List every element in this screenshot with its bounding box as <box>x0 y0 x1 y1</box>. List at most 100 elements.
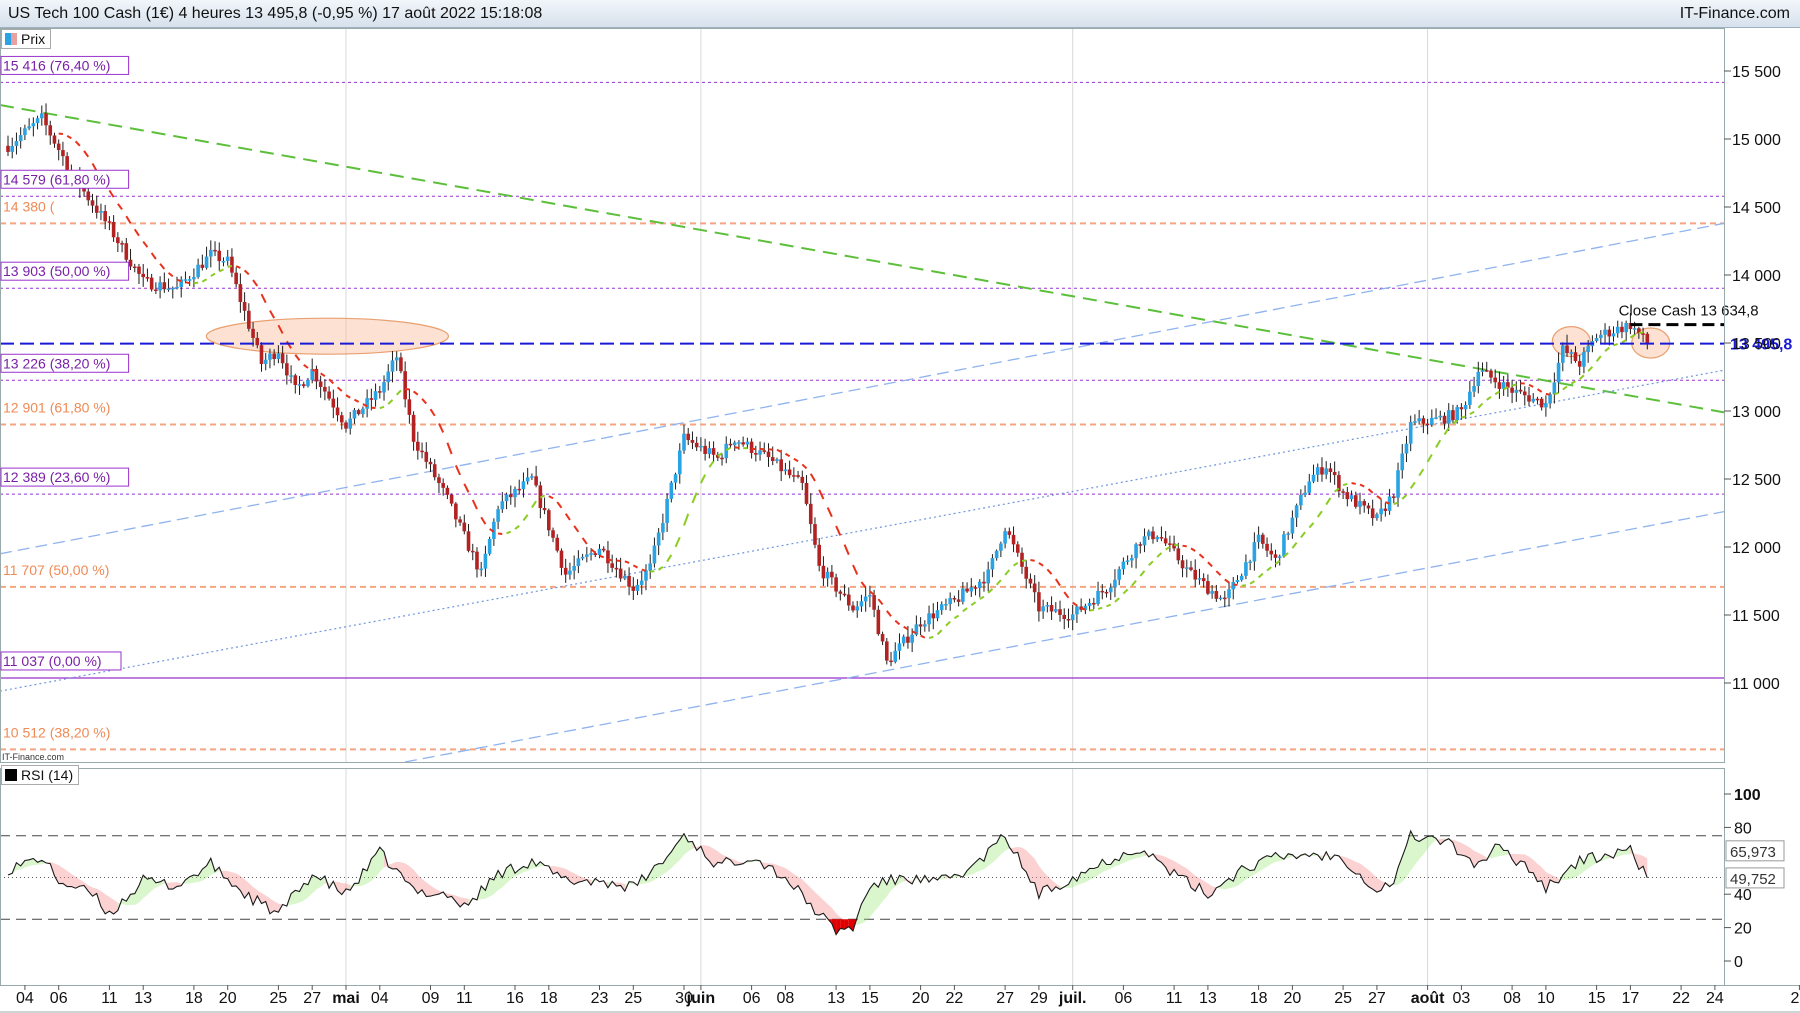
candle-up <box>1244 562 1248 576</box>
candle-down <box>1620 326 1624 333</box>
moving-average-segment <box>683 513 690 526</box>
rsi-fill-down <box>802 879 807 904</box>
price-legend[interactable]: Prix <box>1 29 52 49</box>
candle-down <box>601 548 606 551</box>
candle-up <box>1041 606 1045 612</box>
candle-up <box>14 141 19 146</box>
candle-up <box>373 391 378 400</box>
moving-average-segment <box>1528 383 1534 388</box>
moving-average-segment <box>235 265 241 269</box>
candle-up <box>1155 537 1159 540</box>
candle-down <box>411 414 416 442</box>
candle-down <box>593 553 598 556</box>
candle-down <box>90 200 95 206</box>
candle-down <box>213 249 217 252</box>
candle-down <box>792 475 796 477</box>
candle-down <box>686 433 691 440</box>
candle-down <box>838 591 843 594</box>
x-tick-label: 22 <box>1672 990 1690 1007</box>
moving-average-segment <box>243 269 250 276</box>
x-tick-label: 15 <box>1588 990 1606 1007</box>
candle-down <box>762 450 767 452</box>
candle-down <box>614 567 619 570</box>
moving-average-segment <box>708 460 715 468</box>
candle-down <box>86 191 91 201</box>
moving-average-segment <box>336 386 343 392</box>
level-label: 12 389 (23,60 %) <box>3 469 110 485</box>
moving-average-segment <box>751 447 756 451</box>
moving-average-segment <box>1131 580 1137 587</box>
candle-down <box>445 487 450 495</box>
rsi-legend[interactable]: RSI (14) <box>1 765 80 785</box>
rsi-y-tick-label: 100 <box>1734 787 1761 804</box>
x-tick-label: juin <box>686 990 715 1007</box>
rsi-fill-down <box>1043 871 1048 887</box>
y-tick-label: 12 500 <box>1732 472 1781 489</box>
y-tick-label: 11 500 <box>1732 608 1780 625</box>
moving-average-segment <box>928 635 934 640</box>
rsi-fill-down <box>1461 842 1466 857</box>
moving-average-segment <box>260 293 267 304</box>
moving-average-segment <box>1021 559 1027 562</box>
candle-down <box>1362 501 1367 506</box>
candle-down <box>1539 398 1544 408</box>
moving-average-segment <box>801 463 808 470</box>
candle-up <box>897 643 902 651</box>
moving-average-segment <box>1477 402 1484 409</box>
moving-average-segment <box>1148 560 1154 567</box>
moving-average-segment <box>303 363 309 369</box>
candle-up <box>1434 417 1438 419</box>
candle-up <box>1075 606 1079 615</box>
moving-average-segment <box>970 601 977 607</box>
candle-down <box>703 445 707 454</box>
moving-average-segment <box>1241 584 1247 587</box>
candle-up <box>825 571 830 579</box>
rsi-fill-down <box>231 872 237 887</box>
candle-up <box>1184 567 1189 569</box>
candle-up <box>187 279 192 281</box>
moving-average-segment <box>83 150 90 158</box>
candle-down <box>1442 415 1447 424</box>
x-tick-label: 04 <box>371 990 389 1007</box>
moving-average-segment <box>1097 606 1103 610</box>
level-label: 11 037 (0,00 %) <box>3 653 102 669</box>
x-tick-label: juil. <box>1058 990 1087 1007</box>
candle-down <box>48 125 53 136</box>
rsi-fill-up <box>1089 868 1094 880</box>
candle-down <box>1032 583 1037 593</box>
moving-average-segment <box>463 483 470 493</box>
rsi-y-tick-label: 40 <box>1734 887 1752 904</box>
candle-down <box>876 609 881 635</box>
moving-average-segment <box>599 554 605 559</box>
x-tick-label: 11 <box>101 990 118 1007</box>
moving-average-segment <box>1401 494 1408 500</box>
moving-average-segment <box>311 368 317 373</box>
candle-down <box>1607 329 1612 337</box>
moving-average <box>58 132 1644 640</box>
moving-average-segment <box>1030 558 1035 562</box>
x-tick-label: mai <box>332 990 360 1007</box>
candle-down <box>1421 418 1426 424</box>
x-tick-label: 08 <box>777 990 795 1007</box>
candle-up <box>1599 334 1603 339</box>
candle-down <box>331 398 336 408</box>
candle-up <box>390 360 395 372</box>
candle-up <box>732 442 737 446</box>
moving-average-segment <box>387 399 394 405</box>
moving-average-segment <box>1165 545 1171 551</box>
moving-average-segment <box>581 537 588 545</box>
candle-up <box>225 256 230 261</box>
candle-down <box>766 451 771 458</box>
rsi-fill-down <box>1165 856 1170 876</box>
moving-average-segment <box>1604 346 1610 352</box>
candle-up <box>1603 329 1607 335</box>
moving-average-segment <box>1316 510 1323 518</box>
candle-up <box>994 550 999 559</box>
candle-up <box>1134 544 1138 559</box>
rsi-fill-up <box>650 865 655 883</box>
moving-average-segment <box>379 405 385 410</box>
level-label: 15 416 (76,40 %) <box>3 57 110 73</box>
x-tick-label: 11 <box>1166 990 1183 1007</box>
candle-down <box>982 581 986 584</box>
moving-average-segment <box>734 446 740 449</box>
